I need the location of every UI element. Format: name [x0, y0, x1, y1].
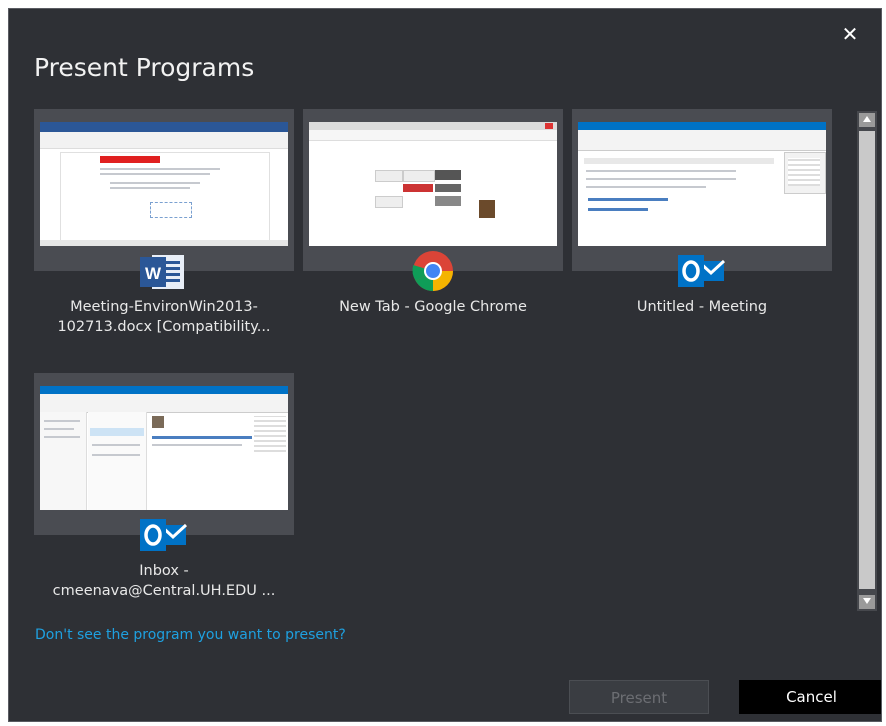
program-tile-chrome[interactable]: New Tab - Google Chrome [303, 109, 563, 317]
help-link[interactable]: Don't see the program you want to presen… [35, 627, 346, 643]
scroll-down-arrow-icon[interactable] [859, 595, 875, 609]
program-label: Untitled - Meeting [572, 297, 832, 317]
outlook-meeting-preview [578, 122, 826, 246]
close-icon[interactable]: ✕ [839, 23, 861, 45]
program-label: Meeting-EnvironWin2013- 102713.docx [Com… [34, 297, 294, 337]
dialog-title: Present Programs [34, 53, 255, 82]
outlook-icon [136, 513, 192, 557]
program-thumbnail [34, 373, 294, 551]
present-programs-dialog: ✕ Present Programs W Meeting-EnvironWin2… [8, 8, 882, 722]
word-document-preview [40, 122, 288, 246]
program-thumbnail [572, 109, 832, 287]
program-label-line1: New Tab - Google Chrome [339, 299, 527, 315]
program-label-line1: Untitled - Meeting [636, 299, 768, 315]
program-thumbnail: W [34, 109, 294, 289]
program-tile-word[interactable]: W Meeting-EnvironWin2013- 102713.docx [C… [34, 109, 294, 337]
program-tile-outlook-inbox[interactable]: Inbox - cmeenava@Central.UH.EDU ... [34, 373, 294, 601]
program-label-line1: Meeting-EnvironWin2013- [70, 299, 258, 315]
cancel-button[interactable]: Cancel [739, 680, 881, 714]
chrome-icon [405, 249, 461, 293]
outlook-inbox-preview [40, 386, 288, 510]
vertical-scrollbar[interactable] [857, 111, 877, 611]
scroll-up-arrow-icon[interactable] [859, 113, 875, 127]
present-button[interactable]: Present [569, 680, 709, 714]
program-label: New Tab - Google Chrome [303, 297, 563, 317]
word-icon: W [136, 249, 192, 293]
program-tile-outlook-meeting[interactable]: Untitled - Meeting [572, 109, 832, 317]
program-label-line2: cmeenava@Central.UH.EDU ... [52, 583, 276, 599]
outlook-icon [674, 249, 730, 293]
program-label-line1: Inbox - [139, 563, 189, 579]
program-thumbnail [303, 109, 563, 291]
svg-text:W: W [145, 264, 162, 283]
program-label-line2: 102713.docx [Compatibility... [57, 319, 271, 335]
chrome-page-preview [309, 122, 557, 246]
scrollbar-thumb[interactable] [859, 131, 875, 589]
program-label: Inbox - cmeenava@Central.UH.EDU ... [34, 561, 294, 601]
